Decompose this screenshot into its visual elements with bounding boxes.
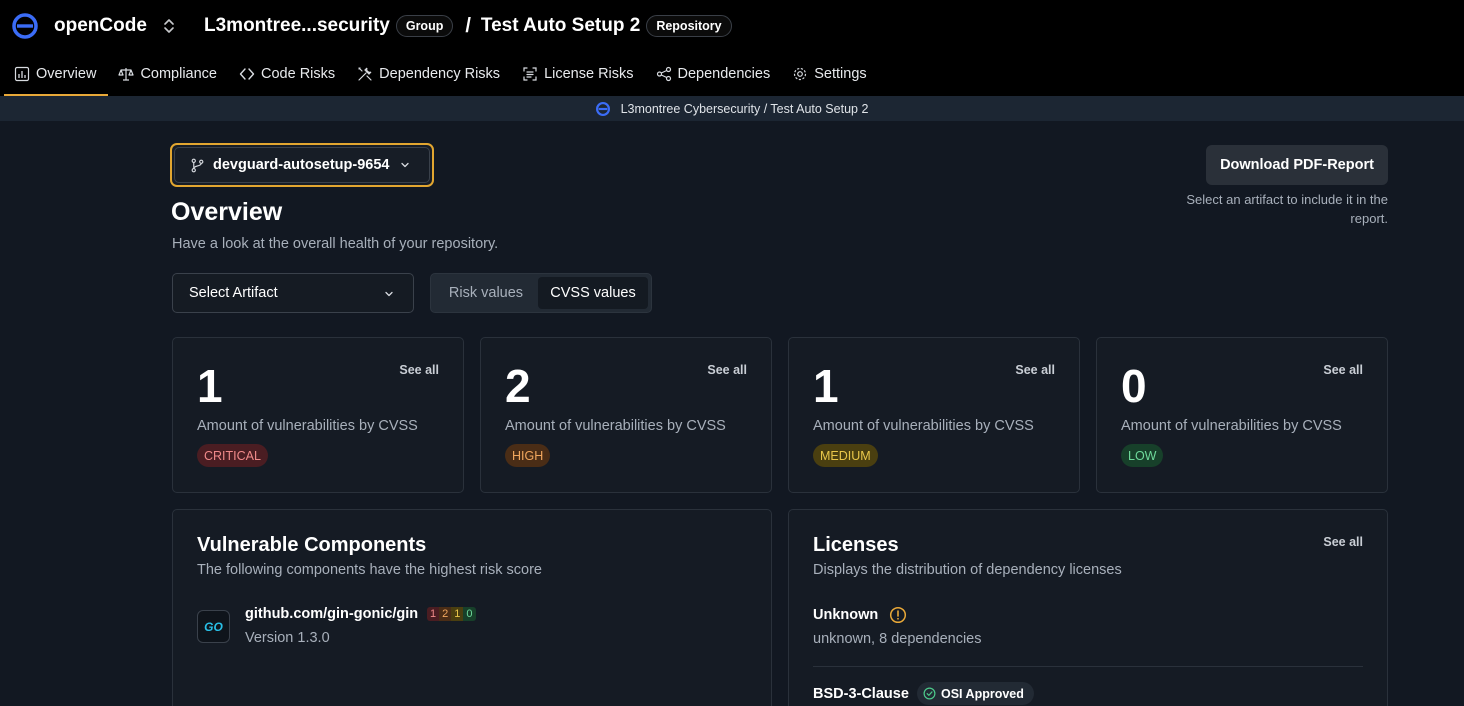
- medium-count: 1: [451, 607, 464, 621]
- tab-label: Dependencies: [677, 66, 771, 82]
- component-name[interactable]: github.com/gin-gonic/gin: [245, 606, 418, 622]
- tab-label: Settings: [814, 66, 867, 82]
- scale-icon: [118, 68, 135, 81]
- card-title: Vulnerable Components: [197, 534, 427, 556]
- download-pdf-report-button[interactable]: Download PDF-Report: [1206, 145, 1388, 185]
- page-subtitle: Have a look at the overall health of you…: [172, 236, 499, 252]
- share-nodes-icon: [656, 66, 671, 82]
- tab-label: Overview: [36, 66, 97, 82]
- stat-card-low: 0 See all Amount of vulnerabilities by C…: [1096, 337, 1388, 493]
- low-count: 0: [463, 607, 476, 621]
- stat-label: Amount of vulnerabilities by CVSS: [197, 418, 418, 434]
- license-meta: unknown, 8 dependencies: [813, 631, 982, 647]
- see-all-link[interactable]: See all: [1323, 535, 1363, 549]
- chart-icon: [14, 66, 30, 82]
- card-subtitle: The following components have the highes…: [197, 562, 542, 578]
- tools-icon: [358, 67, 372, 81]
- see-all-link[interactable]: See all: [707, 363, 747, 377]
- branch-name: devguard-autosetup-9654: [213, 157, 390, 173]
- card-subtitle: Displays the distribution of dependency …: [813, 562, 1122, 578]
- see-all-link[interactable]: See all: [399, 363, 439, 377]
- stat-label: Amount of vulnerabilities by CVSS: [505, 418, 726, 434]
- tab-compliance[interactable]: Compliance: [108, 54, 229, 94]
- stat-count: 0: [1121, 360, 1147, 412]
- component-version: Version 1.3.0: [245, 630, 330, 646]
- breadcrumb-group[interactable]: L3montree...security: [204, 15, 390, 37]
- card-title: Licenses: [813, 534, 899, 556]
- vulnerability-counts: 1 2 1 0: [427, 607, 476, 621]
- pdf-report-hint: Select an artifact to include it in the …: [1186, 192, 1388, 226]
- git-branch-icon: [191, 158, 204, 172]
- stat-count: 1: [813, 360, 839, 412]
- severity-badge: MEDIUM: [813, 444, 878, 467]
- tab-settings[interactable]: Settings: [782, 54, 878, 94]
- brand[interactable]: openCode: [12, 13, 147, 39]
- group-badge: Group: [395, 15, 454, 37]
- branch-selector[interactable]: devguard-autosetup-9654: [170, 143, 434, 187]
- value-mode-toggle: Risk values CVSS values: [430, 273, 652, 313]
- osi-approved-badge: OSI Approved: [917, 682, 1034, 705]
- go-icon: GO: [197, 610, 230, 643]
- tab-dependencies[interactable]: Dependencies: [646, 54, 783, 94]
- tab-label: Code Risks: [261, 66, 336, 82]
- stat-count: 2: [505, 360, 531, 412]
- gear-icon: [794, 67, 807, 81]
- stat-card-critical: 1 See all Amount of vulnerabilities by C…: [172, 337, 464, 493]
- badge-label: OSI Approved: [941, 686, 1024, 701]
- tab-license-risks[interactable]: License Risks: [512, 54, 645, 94]
- main-nav: Overview Compliance Code Risks Dependenc…: [4, 54, 879, 96]
- stat-card-medium: 1 See all Amount of vulnerabilities by C…: [788, 337, 1080, 493]
- check-circle-icon: [923, 687, 936, 700]
- code-icon: [239, 68, 255, 80]
- severity-badge: CRITICAL: [197, 444, 268, 467]
- tab-overview[interactable]: Overview: [4, 54, 109, 96]
- see-all-link[interactable]: See all: [1015, 363, 1055, 377]
- top-bar: openCode L3montree...security Group / Te…: [0, 0, 1464, 96]
- chevron-updown-icon[interactable]: [161, 17, 177, 35]
- licenses-card: Licenses See all Displays the distributi…: [788, 509, 1388, 706]
- context-path: L3montree Cybersecurity / Test Auto Setu…: [620, 101, 869, 116]
- tab-code-risks[interactable]: Code Risks: [229, 54, 347, 94]
- document-scan-icon: [523, 67, 537, 81]
- breadcrumb-separator: /: [465, 14, 471, 37]
- see-all-link[interactable]: See all: [1323, 363, 1363, 377]
- stat-label: Amount of vulnerabilities by CVSS: [1121, 418, 1342, 434]
- vulnerable-components-card: Vulnerable Components The following comp…: [172, 509, 772, 706]
- severity-badge: LOW: [1121, 444, 1164, 467]
- license-name: Unknown: [813, 607, 879, 623]
- artifact-select-placeholder: Select Artifact: [189, 285, 278, 301]
- chevron-down-icon: [401, 162, 410, 168]
- tab-dependency-risks[interactable]: Dependency Risks: [347, 54, 512, 94]
- stat-count: 1: [197, 360, 223, 412]
- app-name: openCode: [54, 15, 147, 36]
- license-name: BSD-3-Clause: [813, 686, 909, 702]
- high-count: 2: [439, 607, 452, 621]
- artifact-select[interactable]: Select Artifact: [172, 273, 414, 313]
- tab-label: Dependency Risks: [379, 66, 501, 82]
- toggle-cvss-values[interactable]: CVSS values: [538, 277, 648, 309]
- critical-count: 1: [427, 607, 440, 621]
- opencode-logo-icon: [595, 101, 610, 116]
- opencode-logo-icon: [12, 13, 38, 39]
- tab-label: License Risks: [544, 66, 634, 82]
- chevron-down-icon: [385, 291, 393, 297]
- tab-label: Compliance: [140, 66, 218, 82]
- divider: [813, 666, 1363, 667]
- breadcrumb-repository[interactable]: Test Auto Setup 2: [481, 15, 640, 37]
- stat-card-high: 2 See all Amount of vulnerabilities by C…: [480, 337, 772, 493]
- severity-badge: HIGH: [505, 444, 551, 467]
- warning-circle-icon: [889, 606, 907, 624]
- context-bar: L3montree Cybersecurity / Test Auto Setu…: [0, 96, 1464, 121]
- repository-badge: Repository: [646, 15, 732, 37]
- page-title: Overview: [171, 198, 283, 226]
- toggle-risk-values[interactable]: Risk values: [434, 277, 538, 309]
- stat-label: Amount of vulnerabilities by CVSS: [813, 418, 1034, 434]
- breadcrumb: L3montree...security Group / Test Auto S…: [204, 13, 732, 39]
